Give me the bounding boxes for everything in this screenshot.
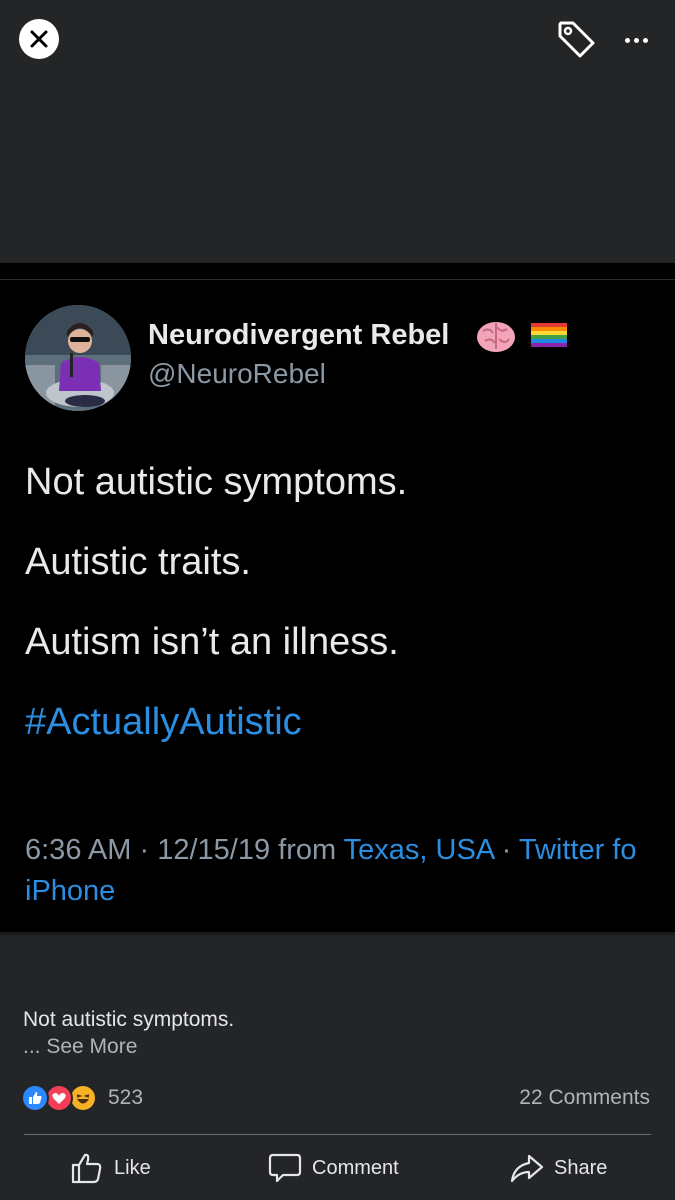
tweet-metadata: 6:36 AM · 12/15/19 from Texas, USA · Twi… <box>25 830 675 871</box>
location-link[interactable]: Texas, USA <box>344 834 494 866</box>
dot <box>642 37 648 43</box>
hashtag-link[interactable]: #ActuallyAutistic <box>25 701 302 744</box>
comment-label: Comment <box>312 1156 399 1179</box>
tweet-text-line: Not autistic symptoms. <box>25 461 408 503</box>
tweet-text-line: Autistic traits. <box>25 541 251 583</box>
brain-emoji-icon <box>477 322 515 352</box>
from-label: from <box>270 834 344 866</box>
close-button[interactable] <box>19 19 59 59</box>
thumbs-up-icon <box>71 1153 102 1184</box>
separator: · <box>131 834 158 866</box>
close-icon <box>30 30 48 48</box>
share-button[interactable]: Share <box>510 1147 607 1189</box>
dot <box>633 37 639 43</box>
divider <box>24 1134 651 1135</box>
more-options-button[interactable] <box>618 28 654 52</box>
separator: · <box>493 834 519 866</box>
tag-button[interactable] <box>555 18 599 62</box>
user-handle: @NeuroRebel <box>148 358 326 389</box>
see-more-link[interactable]: ... See More <box>23 1035 137 1059</box>
like-reaction-icon <box>21 1084 49 1112</box>
tweet-time: 6:36 AM <box>25 834 132 866</box>
share-icon <box>510 1154 544 1183</box>
display-name: Neurodivergent Rebel <box>148 319 450 351</box>
haha-reaction-icon <box>69 1084 97 1112</box>
tweet-screenshot[interactable]: Neurodivergent Rebel @NeuroRebel Not aut… <box>0 263 675 935</box>
source-link-continued[interactable]: iPhone <box>25 871 115 912</box>
like-label: Like <box>114 1156 151 1179</box>
post-caption: Not autistic symptoms. <box>23 1008 235 1031</box>
comment-button[interactable]: Comment <box>268 1147 399 1189</box>
rainbow-flag-icon <box>531 323 567 347</box>
tag-icon <box>558 21 595 58</box>
comment-icon <box>268 1153 302 1183</box>
divider <box>0 932 675 935</box>
tweet-date: 12/15/19 <box>157 834 271 866</box>
love-reaction-icon <box>45 1084 73 1112</box>
divider <box>0 279 675 280</box>
dot <box>624 37 630 43</box>
reaction-count[interactable]: 523 <box>108 1086 143 1110</box>
tweet-text-line: Autism isn’t an illness. <box>25 621 399 663</box>
comments-count[interactable]: 22 Comments <box>519 1086 650 1110</box>
share-label: Share <box>554 1156 608 1179</box>
like-button[interactable]: Like <box>70 1147 151 1189</box>
avatar <box>25 305 131 411</box>
source-link[interactable]: Twitter fo <box>519 834 637 866</box>
